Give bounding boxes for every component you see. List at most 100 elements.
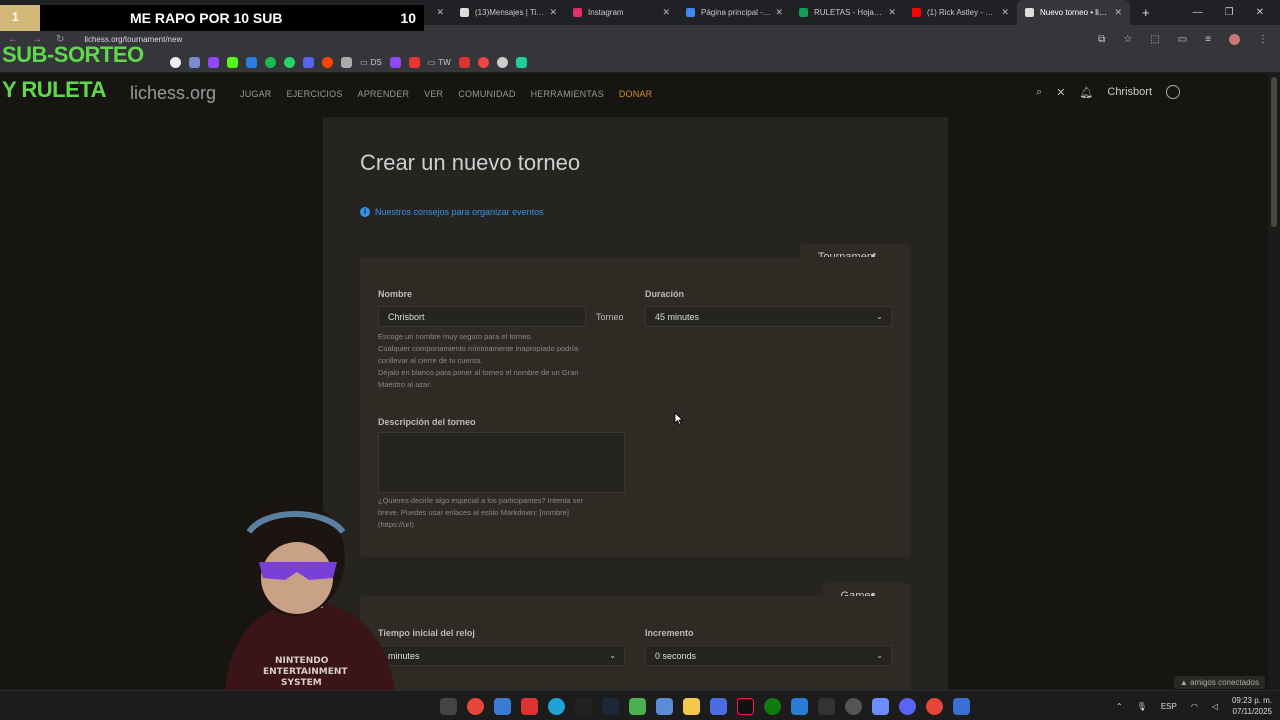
taskbar-app-icon[interactable] <box>440 698 457 715</box>
browser-tab[interactable]: (13)Mensajes | TikTok ✕ <box>452 0 565 25</box>
microphone-icon[interactable]: 🎙︎ <box>1137 702 1147 711</box>
bookmark-icon[interactable] <box>408 57 420 68</box>
maximize-icon[interactable]: ❐ <box>1225 7 1234 18</box>
taskbar-app-icon[interactable] <box>872 698 889 715</box>
chevron-down-icon: ⌄ <box>876 651 883 660</box>
bookmark-whatsapp-icon[interactable] <box>284 57 295 68</box>
menu-icon[interactable]: ⋮ <box>1258 34 1268 45</box>
media-icon[interactable]: ≡ <box>1205 34 1211 45</box>
organizer-tips-link[interactable]: i Nuestros consejos para organizar event… <box>360 207 544 217</box>
browser-tab[interactable]: RULETAS - Hojas de...✕ <box>791 0 904 25</box>
taskbar-app-icon[interactable] <box>521 698 538 715</box>
chevron-down-icon: ⌄ <box>876 312 883 321</box>
challenge-icon[interactable]: ✕ <box>1056 86 1065 99</box>
tab-favicon-icon <box>912 8 921 17</box>
nav-tools[interactable]: HERRAMIENTAS <box>531 89 604 99</box>
taskbar-app-icon[interactable] <box>845 698 862 715</box>
taskbar-app-icon[interactable] <box>953 698 970 715</box>
user-avatar-icon[interactable] <box>1166 85 1180 99</box>
taskbar-notes-icon[interactable] <box>791 698 808 715</box>
tab-favicon-icon <box>686 8 695 17</box>
clock[interactable]: 09:23 p. m. 07/11/2025 <box>1232 695 1272 717</box>
nav-puzzles[interactable]: EJERCICIOS <box>287 89 343 99</box>
taskbar-tiktok-icon[interactable] <box>737 698 754 715</box>
browser-tab[interactable]: Instagram ✕ <box>565 0 678 25</box>
taskbar-chrome-icon[interactable] <box>467 698 484 715</box>
bookmark-icon[interactable] <box>341 57 352 68</box>
tab-close-icon[interactable]: ✕ <box>888 7 896 18</box>
bookmark-icon[interactable] <box>496 57 508 68</box>
bookmark-icon[interactable] <box>189 57 200 68</box>
tournament-form-card: Crear un nuevo torneo i Nuestros consejo… <box>323 117 948 720</box>
taskbar-app-icon[interactable] <box>494 698 511 715</box>
name-input[interactable]: Chrisbort <box>378 306 586 327</box>
volume-icon[interactable]: ◁ <box>1212 702 1218 711</box>
notifications-bell-icon[interactable]: 🔔︎ <box>1079 86 1093 99</box>
tab-title: Instagram <box>588 8 624 17</box>
bookmark-twitch-icon[interactable] <box>389 57 401 68</box>
tab-close-icon[interactable]: ✕ <box>436 7 444 18</box>
tab-close-icon[interactable]: ✕ <box>1114 7 1122 18</box>
browser-tab[interactable]: Página principal - Go...✕ <box>678 0 791 25</box>
taskbar-app-icon[interactable] <box>710 698 727 715</box>
nav-community[interactable]: COMUNIDAD <box>458 89 515 99</box>
bookmark-kick-icon[interactable] <box>227 57 238 68</box>
bookmark-icon[interactable] <box>246 57 257 68</box>
taskbar-folder-icon[interactable] <box>683 698 700 715</box>
wifi-icon[interactable]: ◠ <box>1191 702 1198 711</box>
bookmark-folder-tw[interactable]: ▭ TW <box>428 58 451 67</box>
site-header: lichess.org JUGAR EJERCICIOS APRENDER VE… <box>0 73 1280 115</box>
taskbar-discord-icon[interactable] <box>899 698 916 715</box>
language-indicator[interactable]: ESP <box>1161 702 1177 711</box>
bookmark-twitch-icon[interactable] <box>208 57 219 68</box>
scrollbar-thumb[interactable] <box>1271 77 1277 227</box>
taskbar-chrome-icon[interactable] <box>926 698 943 715</box>
install-app-icon[interactable]: ⧉ <box>1098 34 1105 45</box>
taskbar-app-icon[interactable] <box>575 698 592 715</box>
nav-learn[interactable]: APRENDER <box>358 89 410 99</box>
profile-icon[interactable] <box>1229 33 1240 45</box>
close-window-icon[interactable]: ✕ <box>1256 7 1264 18</box>
browser-tab[interactable]: (1) Rick Astley - Neve... ✕ <box>904 0 1017 25</box>
taskbar-edge-icon[interactable] <box>548 698 565 715</box>
description-textarea[interactable] <box>378 432 625 493</box>
new-tab-button[interactable]: + <box>1142 5 1150 20</box>
sub-line-2: Y RULETA <box>2 77 106 102</box>
bookmark-star-icon[interactable]: ☆ <box>1123 34 1132 45</box>
bookmark-folder-ds[interactable]: ▭ DS <box>360 58 382 67</box>
taskbar-steam-icon[interactable] <box>602 698 619 715</box>
taskbar-file-icon[interactable] <box>656 698 673 715</box>
bookmark-icon[interactable] <box>303 57 314 68</box>
sidebar-icon[interactable]: ▭ <box>1178 34 1187 45</box>
bookmark-reddit-icon[interactable] <box>322 57 333 68</box>
bookmark-icon[interactable] <box>515 57 527 68</box>
bookmark-icon[interactable] <box>458 57 470 68</box>
name-label: Nombre <box>378 289 413 299</box>
page-scrollbar[interactable] <box>1268 73 1280 690</box>
bookmark-google-icon[interactable] <box>170 57 181 68</box>
taskbar-xbox-icon[interactable] <box>764 698 781 715</box>
stream-goal-overlay: 1 ME RAPO POR 10 SUB 10 <box>0 5 424 31</box>
search-icon[interactable]: ⌕ <box>1036 86 1042 99</box>
minimize-icon[interactable]: — <box>1193 7 1203 18</box>
bookmark-spotify-icon[interactable] <box>265 57 276 68</box>
taskbar-minecraft-icon[interactable] <box>629 698 646 715</box>
user-menu[interactable]: Chrisbort <box>1107 86 1152 98</box>
bookmark-icon[interactable] <box>477 57 489 68</box>
tab-close-icon[interactable]: ✕ <box>775 7 783 18</box>
duration-select[interactable]: 45 minutes ⌄ <box>645 306 892 327</box>
tab-close-icon[interactable]: ✕ <box>662 7 670 18</box>
nav-watch[interactable]: VER <box>424 89 443 99</box>
extensions-icon[interactable]: ⬚ <box>1150 34 1159 45</box>
nav-donate[interactable]: DONAR <box>619 89 653 99</box>
increment-select[interactable]: 0 seconds ⌄ <box>645 645 892 666</box>
tab-close-icon[interactable]: ✕ <box>1001 7 1009 18</box>
nav-play[interactable]: JUGAR <box>240 89 272 99</box>
tab-close-icon[interactable]: ✕ <box>549 7 557 18</box>
friends-online-button[interactable]: ▲ amigos conectados <box>1173 676 1265 689</box>
clock-initial-select[interactable]: minutes ⌄ <box>378 645 625 666</box>
tray-expand-icon[interactable]: ⌃ <box>1116 702 1123 711</box>
browser-tab[interactable]: Nuevo torneo • liche... ✕ <box>1017 0 1130 25</box>
tab-title: Página principal - Go... <box>701 8 772 17</box>
taskbar-app-icon[interactable] <box>818 698 835 715</box>
